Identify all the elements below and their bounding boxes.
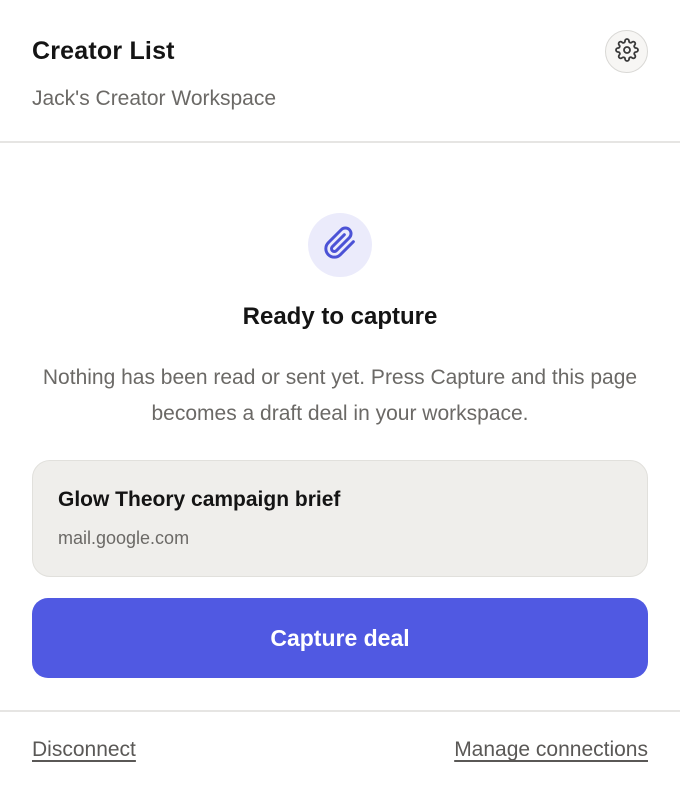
page-title: Glow Theory campaign brief (58, 488, 341, 511)
app-title: Creator List (32, 37, 175, 65)
status-description: Nothing has been read or sent yet. Press… (42, 366, 638, 425)
paperclip-badge (308, 213, 372, 277)
page-source-card: Glow Theory campaign brief mail.google.c… (32, 460, 648, 577)
page-host: mail.google.com (58, 528, 190, 548)
manage-connections-link[interactable]: Manage connections (454, 738, 648, 762)
disconnect-link[interactable]: Disconnect (32, 738, 136, 762)
paperclip-icon (323, 226, 357, 265)
gear-icon (614, 38, 639, 65)
capture-deal-button[interactable]: Capture deal (32, 598, 648, 678)
header: Creator List Jack's Creator Workspace (0, 0, 680, 143)
settings-button[interactable] (605, 30, 648, 73)
capture-panel: Ready to capture Nothing has been read o… (0, 143, 680, 710)
status-heading: Ready to capture (242, 303, 438, 330)
workspace-name: Jack's Creator Workspace (32, 87, 277, 110)
footer: Disconnect Manage connections (0, 710, 680, 792)
extension-popup: Creator List Jack's Creator Workspace Re… (0, 0, 680, 792)
